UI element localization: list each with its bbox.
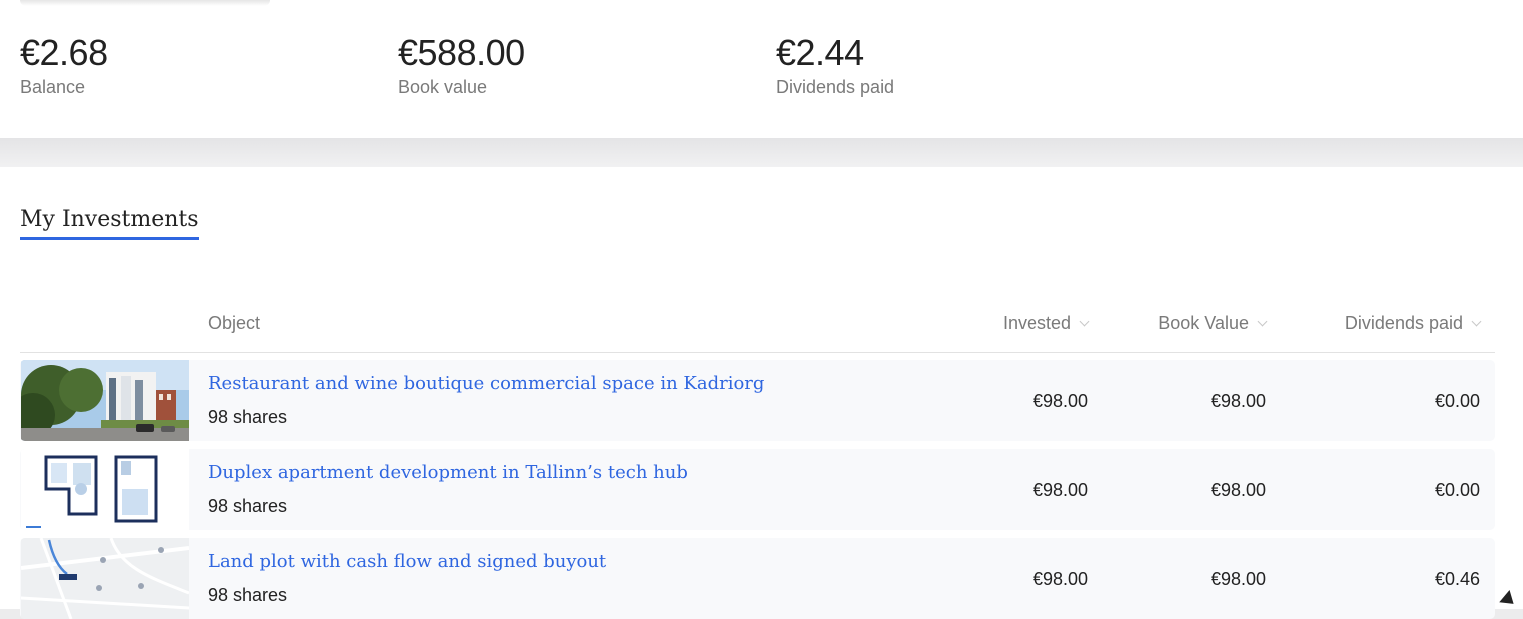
column-book-value[interactable]: Book Value (1158, 313, 1268, 334)
dividends-label: Dividends paid (776, 77, 895, 97)
book-value-label: Book value (398, 77, 488, 97)
building-photo-thumbnail[interactable] (21, 360, 189, 441)
column-dividends-paid[interactable]: Dividends paid (1345, 313, 1482, 334)
balance-label: Balance (20, 77, 86, 97)
table-row[interactable]: Restaurant and wine boutique commercial … (20, 360, 1495, 441)
dividends-paid-value: €0.00 (1434, 391, 1480, 411)
balance-stat: €2.68 Balance (20, 32, 108, 98)
column-object: Object (208, 313, 261, 333)
balance-value: €2.68 (20, 32, 108, 73)
book-value-value: €98.00 (1210, 569, 1266, 589)
invested-value: €98.00 (1032, 391, 1088, 411)
dividends-value: €2.44 (776, 32, 864, 73)
investment-link[interactable]: Duplex apartment development in Tallinn’… (208, 462, 688, 483)
dividends-stat: €2.44 Dividends paid (776, 32, 894, 98)
header-shadow (20, 0, 270, 6)
dividends-paid-value: €0.00 (1434, 480, 1480, 500)
section-divider (0, 138, 1523, 167)
table-header: Object Invested Book Value Dividends pai… (20, 305, 1495, 353)
investments-section: My Investments Object Invested Book Valu… (0, 167, 1523, 619)
book-value-value: €98.00 (1210, 391, 1266, 411)
column-invested[interactable]: Invested (1003, 313, 1090, 334)
dividends-paid-value: €0.46 (1434, 569, 1480, 589)
investment-link[interactable]: Restaurant and wine boutique commercial … (208, 373, 764, 394)
investment-link[interactable]: Land plot with cash flow and signed buyo… (208, 551, 606, 572)
investment-shares: 98 shares (208, 585, 288, 605)
investment-shares: 98 shares (208, 407, 288, 427)
floor-plan-thumbnail[interactable] (21, 449, 189, 530)
chevron-down-icon (1079, 316, 1090, 327)
table-row[interactable]: Land plot with cash flow and signed buyo… (20, 538, 1495, 619)
section-title: My Investments (20, 207, 199, 240)
book-value-value: €98.00 (1210, 480, 1266, 500)
book-value-stat: €588.00 Book value (398, 32, 525, 98)
invested-value: €98.00 (1032, 480, 1088, 500)
chevron-down-icon (1257, 316, 1268, 327)
investment-shares: 98 shares (208, 496, 288, 516)
table-row[interactable]: Duplex apartment development in Tallinn’… (20, 449, 1495, 530)
chevron-down-icon (1471, 316, 1482, 327)
invested-value: €98.00 (1032, 569, 1088, 589)
map-thumbnail[interactable] (21, 538, 189, 619)
book-value-value: €588.00 (398, 32, 525, 73)
portfolio-summary: €2.68 Balance €588.00 Book value €2.44 D… (0, 0, 1523, 138)
